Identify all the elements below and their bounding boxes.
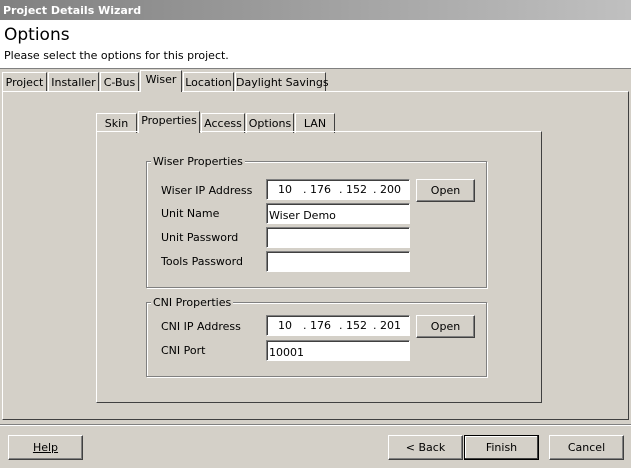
tab-c-bus[interactable]: C-Bus [100, 72, 139, 92]
tab-project[interactable]: Project [2, 72, 47, 92]
help-button[interactable]: Help [8, 435, 83, 460]
unit-name-label: Unit Name [161, 207, 220, 220]
cni-port-input[interactable] [266, 340, 410, 361]
page-subtitle: Please select the options for this proje… [4, 49, 229, 62]
ip-octet: 10 [278, 319, 292, 332]
ip-octet: 176 [310, 183, 331, 196]
tab-label: Location [185, 76, 232, 89]
tab-label: Access [204, 117, 242, 130]
ip-dot: . [339, 183, 343, 196]
tab-access[interactable]: Access [201, 113, 245, 133]
ip-octet: 10 [278, 183, 292, 196]
window-title: Project Details Wizard [3, 4, 142, 17]
page-title: Options [4, 25, 70, 45]
ip-dot: . [373, 319, 377, 332]
tab-label: Options [248, 117, 292, 130]
cni-port-label: CNI Port [161, 344, 206, 357]
tab-location[interactable]: Location [183, 72, 234, 92]
ip-octet: 201 [380, 319, 401, 332]
cancel-button[interactable]: Cancel [549, 435, 624, 460]
ip-octet: 200 [380, 183, 401, 196]
tab-label: Skin [104, 117, 129, 130]
wizard-header: Options Please select the options for th… [0, 20, 631, 69]
tab-label: Installer [51, 76, 96, 89]
wiser-open-button[interactable]: Open [416, 179, 475, 202]
ip-dot: . [373, 183, 377, 196]
ip-octet: 176 [310, 319, 331, 332]
tab-label: C-Bus [103, 76, 136, 89]
tab-lan[interactable]: LAN [295, 113, 335, 133]
tools-password-label: Tools Password [161, 255, 243, 268]
tab-label: Properties [141, 114, 197, 127]
ip-octet: 152 [346, 319, 367, 332]
ip-dot: . [303, 319, 307, 332]
ip-dot: . [303, 183, 307, 196]
finish-button[interactable]: Finish [464, 435, 539, 460]
cni-ip-label: CNI IP Address [161, 320, 241, 333]
tab-daylight-savings[interactable]: Daylight Savings [235, 72, 329, 92]
wiser-properties-legend: Wiser Properties [151, 155, 245, 168]
cancel-label: Cancel [567, 441, 606, 454]
ip-dot: . [339, 319, 343, 332]
tab-skin[interactable]: Skin [96, 113, 137, 133]
tab-wiser[interactable]: Wiser [140, 70, 182, 92]
tab-properties[interactable]: Properties [138, 111, 200, 133]
wiser-ip-input[interactable]: 10 . 176 . 152 . 200 [266, 179, 410, 200]
tab-label: Daylight Savings [236, 76, 329, 89]
tab-label: LAN [303, 117, 327, 130]
cni-ip-input[interactable]: 10 . 176 . 152 . 201 [266, 315, 410, 336]
back-label: < Back [405, 441, 446, 454]
footer-separator [0, 424, 631, 426]
finish-label: Finish [485, 441, 518, 454]
back-button[interactable]: < Back [388, 435, 463, 460]
unit-name-input[interactable] [266, 203, 410, 224]
tools-password-input[interactable] [266, 251, 410, 272]
cni-open-button[interactable]: Open [416, 315, 475, 338]
unit-password-label: Unit Password [161, 231, 239, 244]
title-bar: Project Details Wizard [0, 0, 631, 20]
tab-options[interactable]: Options [246, 113, 294, 133]
wiser-ip-label: Wiser IP Address [161, 184, 253, 197]
tab-installer[interactable]: Installer [48, 72, 99, 92]
help-label: Help [32, 441, 59, 454]
tab-label: Wiser [145, 73, 177, 86]
tab-label: Project [5, 76, 44, 89]
ip-octet: 152 [346, 183, 367, 196]
unit-password-input[interactable] [266, 227, 410, 248]
cni-properties-legend: CNI Properties [151, 296, 234, 309]
